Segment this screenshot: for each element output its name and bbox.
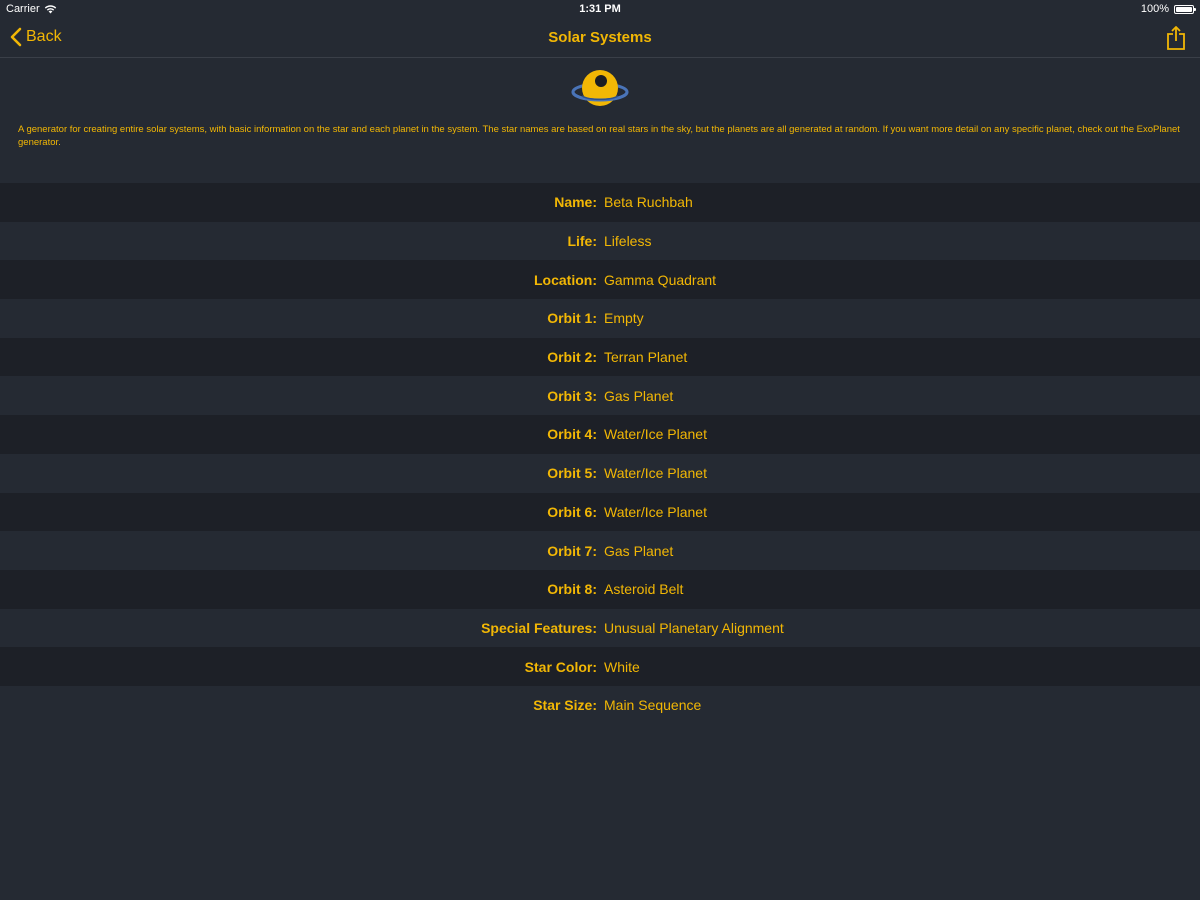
row-value: Beta Ruchbah — [604, 194, 693, 211]
battery-group: 100% — [1140, 3, 1196, 15]
list-item-location: Location: Gamma Quadrant — [0, 260, 1200, 300]
planet-icon — [570, 66, 630, 114]
list-item-life: Life: Lifeless — [0, 221, 1200, 261]
row-value: Water/Ice Planet — [604, 465, 707, 482]
list-item-orbit-8: Orbit 8: Asteroid Belt — [0, 569, 1200, 609]
list-item-orbit-7: Orbit 7: Gas Planet — [0, 531, 1200, 570]
row-value: Gas Planet — [604, 387, 674, 404]
row-value: Empty — [604, 310, 644, 327]
row-value: Gamma Quadrant — [604, 271, 717, 288]
row-label: Orbit 3: — [547, 387, 597, 404]
list-item-star-size: Star Size: Main Sequence — [0, 685, 1200, 725]
share-button[interactable] — [1166, 25, 1186, 56]
list-item-star-color: Star Color: White — [0, 647, 1200, 686]
row-value: Gas Planet — [604, 542, 674, 559]
row-value: White — [604, 658, 640, 675]
row-label: Special Features: — [481, 619, 597, 636]
list-item-name: Name: Beta Ruchbah — [0, 183, 1200, 222]
row-value: Main Sequence — [604, 697, 702, 714]
status-bar: Carrier 1:31 PM 100% — [0, 0, 1200, 18]
list-item-orbit-4: Orbit 4: Water/Ice Planet — [0, 415, 1200, 454]
battery-percent: 100% — [1140, 3, 1169, 15]
status-time: 1:31 PM — [579, 3, 621, 15]
row-label: Star Color: — [524, 658, 597, 675]
row-value: Asteroid Belt — [604, 581, 684, 598]
row-label: Orbit 4: — [547, 426, 597, 443]
generator-description: A generator for creating entire solar sy… — [18, 124, 1180, 148]
list-item-orbit-5: Orbit 5: Water/Ice Planet — [0, 453, 1200, 493]
row-value: Water/Ice Planet — [604, 503, 707, 520]
row-label: Orbit 5: — [547, 465, 597, 482]
row-value: Terran Planet — [604, 349, 688, 366]
row-label: Orbit 1: — [547, 310, 597, 327]
row-label: Star Size: — [533, 697, 597, 714]
row-label: Location: — [534, 271, 597, 288]
row-label: Name: — [554, 194, 597, 211]
row-value: Unusual Planetary Alignment — [604, 619, 784, 636]
page-title: Solar Systems — [548, 29, 652, 46]
row-label: Orbit 7: — [547, 542, 597, 559]
navigation-bar: Back Solar Systems — [0, 18, 1200, 58]
share-icon — [1167, 26, 1185, 50]
row-value: Water/Ice Planet — [604, 426, 707, 443]
list-item-orbit-1: Orbit 1: Empty — [0, 299, 1200, 338]
list-item-orbit-3: Orbit 3: Gas Planet — [0, 376, 1200, 416]
row-label: Orbit 2: — [547, 349, 597, 366]
row-label: Orbit 6: — [547, 503, 597, 520]
results-list: Name: Beta Ruchbah Life: Lifeless Locati… — [0, 183, 1200, 725]
list-item-orbit-6: Orbit 6: Water/Ice Planet — [0, 492, 1200, 532]
row-label: Orbit 8: — [547, 581, 597, 598]
list-item-orbit-2: Orbit 2: Terran Planet — [0, 337, 1200, 377]
battery-icon — [1174, 4, 1196, 14]
row-label: Life: — [567, 233, 597, 250]
row-value: Lifeless — [604, 233, 652, 250]
list-item-special-features: Special Features: Unusual Planetary Alig… — [0, 608, 1200, 648]
